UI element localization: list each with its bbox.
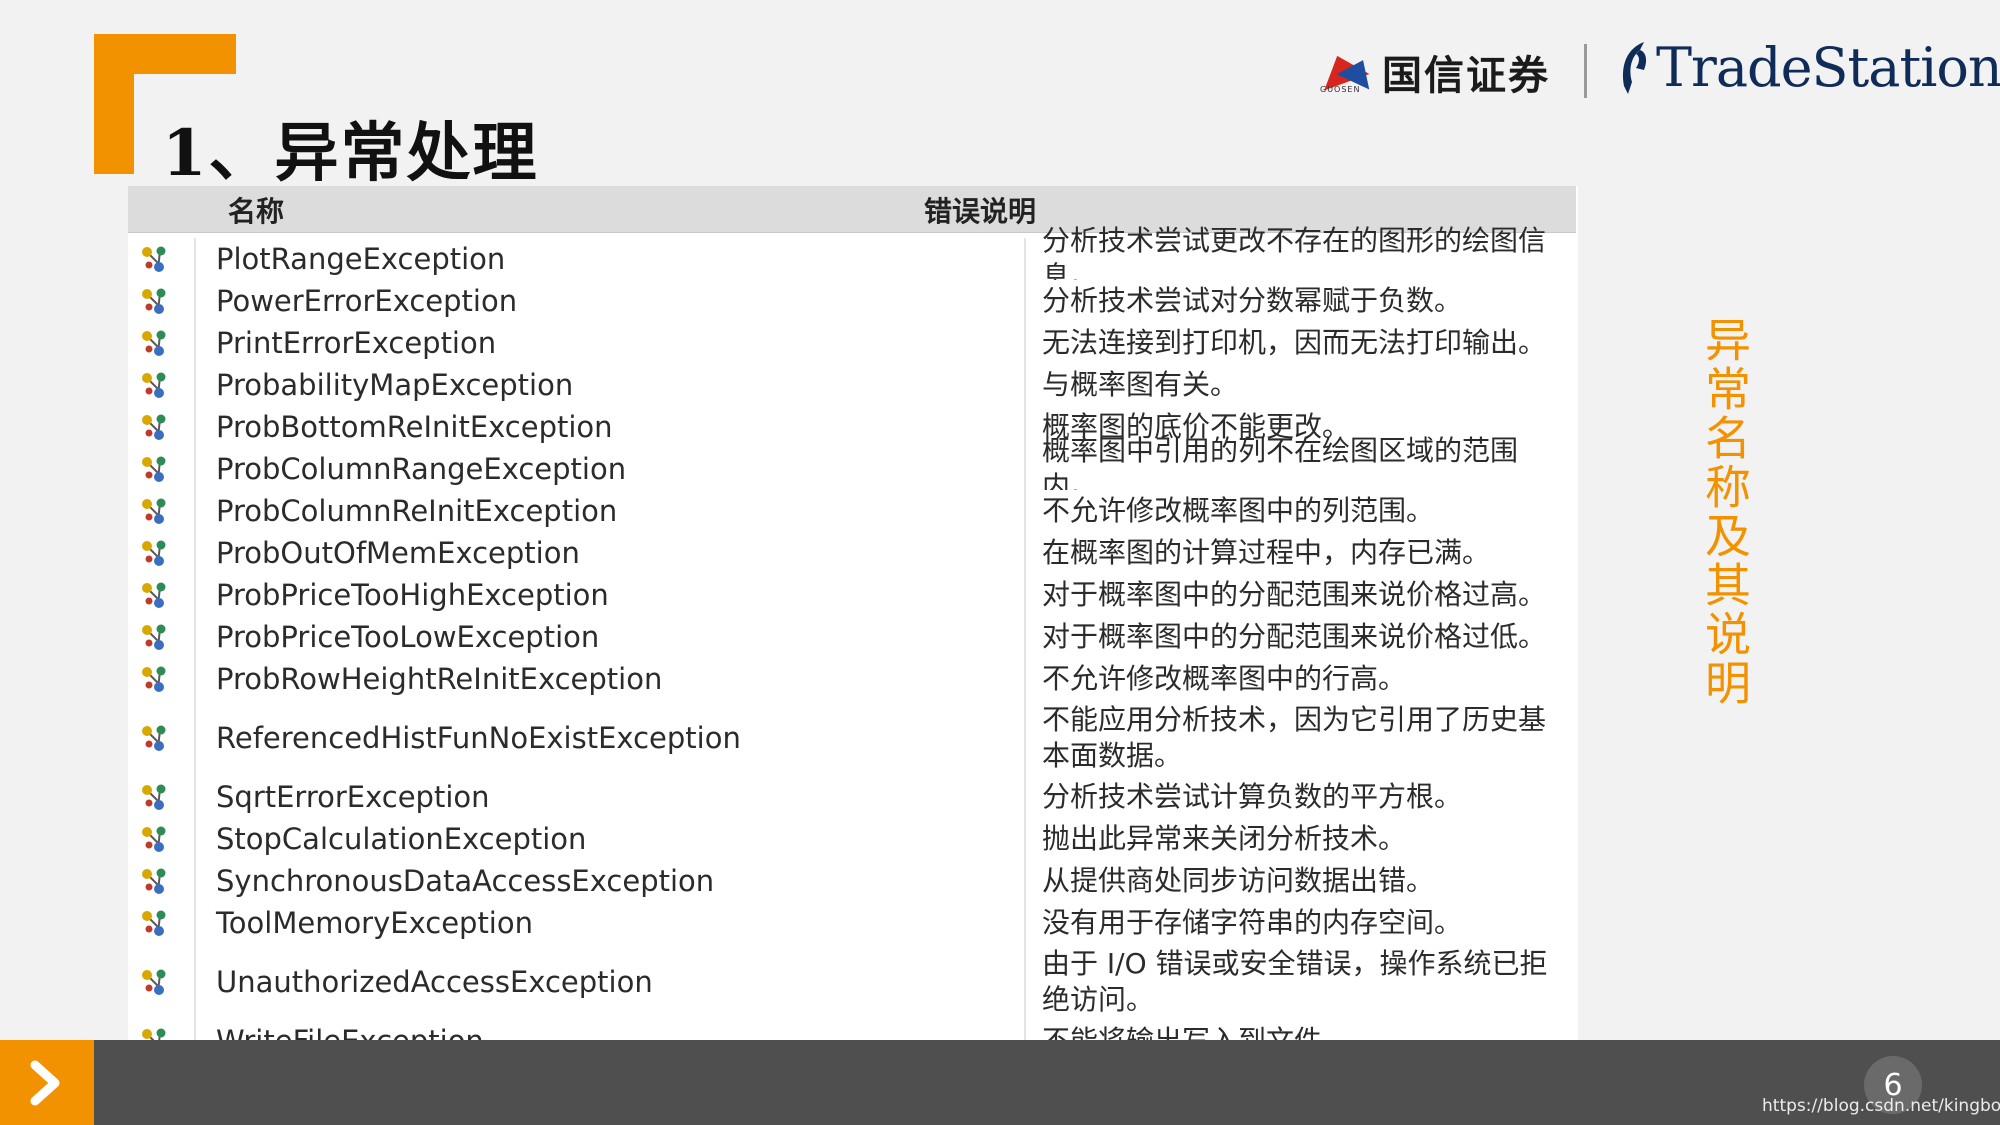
row-exception-name: PrintErrorException <box>194 322 1026 364</box>
tradestation-logo: TradeStation® <box>1614 36 2000 99</box>
slide-title: 1、异常处理 <box>162 116 539 191</box>
row-exception-name: ProbColumnReInitException <box>194 490 1026 532</box>
row-exception-name: ReferencedHistFunNoExistException <box>194 700 1026 776</box>
table-row: PowerErrorException 分析技术尝试对分数幂赋于负数。 <box>128 280 1578 324</box>
table-row: ReferencedHistFunNoExistException 不能应用分析技… <box>128 700 1578 778</box>
row-exception-desc: 与概率图有关。 <box>1042 368 1239 401</box>
row-exception-desc: 对于概率图中的分配范围来说价格过低。 <box>1042 620 1547 653</box>
table-row: PlotRangeException 分析技术尝试更改不存在的图形的绘图信息。 <box>128 224 1578 293</box>
exception-class-icon <box>142 330 166 356</box>
table-row: PrintErrorException 无法连接到打印机，因而无法打印输出。 <box>128 322 1578 366</box>
exception-class-icon <box>142 414 166 440</box>
exception-class-icon <box>142 498 166 524</box>
row-exception-name: ProbOutOfMemException <box>194 532 1026 574</box>
side-note: 异常名称及其说明 <box>1698 316 1752 708</box>
row-icon-cell <box>128 776 196 818</box>
exception-class-icon <box>142 826 166 852</box>
exception-class-icon <box>142 969 166 995</box>
row-exception-desc: 无法连接到打印机，因而无法打印输出。 <box>1042 326 1547 359</box>
row-icon-cell <box>128 944 196 1020</box>
row-icon-cell <box>128 322 196 364</box>
table-row: StopCalculationException 抛出此异常来关闭分析技术。 <box>128 818 1578 862</box>
row-exception-desc: 不允许修改概率图中的行高。 <box>1042 662 1407 695</box>
table-row: SqrtErrorException 分析技术尝试计算负数的平方根。 <box>128 776 1578 820</box>
table-row: ProbPriceTooLowException 对于概率图中的分配范围来说价格过… <box>128 616 1578 660</box>
row-exception-desc: 分析技术尝试计算负数的平方根。 <box>1042 780 1463 813</box>
table-row: ToolMemoryException 没有用于存储字符串的内存空间。 <box>128 902 1578 946</box>
tradestation-logo-icon <box>1622 41 1647 94</box>
exception-class-icon <box>142 868 166 894</box>
column-header-desc: 错误说明 <box>924 195 1037 228</box>
row-icon-cell <box>128 700 196 776</box>
chevron-right-icon <box>30 1060 60 1105</box>
table-row: SynchronousDataAccessException 从提供商处同步访问数… <box>128 860 1578 904</box>
exception-table: 名称 错误说明 PlotRangeException 分析技术尝试更改不存在的图形… <box>128 186 1578 1106</box>
exception-class-icon <box>142 910 166 936</box>
watermark: https://blog.csdn.net/kingboy100 <box>1762 1096 2000 1116</box>
table-row: UnauthorizedAccessException 由于 I/O 错误或安全错… <box>128 944 1578 1022</box>
row-exception-name: ProbColumnRangeException <box>194 448 1026 490</box>
row-exception-desc: 概率图中引用的列不在绘图区域的范围内。 <box>1042 434 1519 503</box>
row-exception-name: ProbRowHeightReInitException <box>194 658 1026 700</box>
row-exception-name: UnauthorizedAccessException <box>194 944 1026 1020</box>
logo-divider <box>1584 44 1587 98</box>
row-icon-cell <box>128 616 196 658</box>
row-exception-desc: 分析技术尝试更改不存在的图形的绘图信息。 <box>1042 224 1547 293</box>
row-exception-desc: 由于 I/O 错误或安全错误，操作系统已拒绝访问。 <box>1042 947 1548 1016</box>
row-exception-desc: 分析技术尝试对分数幂赋于负数。 <box>1042 284 1463 317</box>
row-icon-cell <box>128 280 196 322</box>
row-exception-name: ProbPriceTooHighException <box>194 574 1026 616</box>
row-exception-desc: 从提供商处同步访问数据出错。 <box>1042 864 1435 897</box>
exception-class-icon <box>142 784 166 810</box>
row-icon-cell <box>128 406 196 448</box>
row-icon-cell <box>128 574 196 616</box>
row-exception-name: ProbabilityMapException <box>194 364 1026 406</box>
row-icon-cell <box>128 448 196 490</box>
row-exception-desc: 不允许修改概率图中的列范围。 <box>1042 494 1435 527</box>
row-exception-desc: 对于概率图中的分配范围来说价格过高。 <box>1042 578 1547 611</box>
table-row: ProbabilityMapException 与概率图有关。 <box>128 364 1578 408</box>
exception-class-icon <box>142 725 166 751</box>
row-icon-cell <box>128 902 196 944</box>
row-exception-name: ToolMemoryException <box>194 902 1026 944</box>
tradestation-logo-text: TradeStation® <box>1656 36 2000 99</box>
footer-arrow <box>0 1040 94 1125</box>
row-icon-cell <box>128 818 196 860</box>
row-exception-name: ProbBottomReInitException <box>194 406 1026 448</box>
row-exception-desc: 不能应用分析技术，因为它引用了历史基本面数据。 <box>1042 703 1547 772</box>
row-icon-cell <box>128 490 196 532</box>
table-row: ProbColumnRangeException 概率图中引用的列不在绘图区域的范… <box>128 434 1578 503</box>
exception-class-icon <box>142 666 166 692</box>
row-exception-desc: 在概率图的计算过程中，内存已满。 <box>1042 536 1491 569</box>
exception-class-icon <box>142 540 166 566</box>
row-exception-desc: 抛出此异常来关闭分析技术。 <box>1042 822 1407 855</box>
exception-class-icon <box>142 624 166 650</box>
row-icon-cell <box>128 658 196 700</box>
row-exception-name: SqrtErrorException <box>194 776 1026 818</box>
row-icon-cell <box>128 532 196 574</box>
row-exception-name: StopCalculationException <box>194 818 1026 860</box>
exception-class-icon <box>142 372 166 398</box>
row-icon-cell <box>128 860 196 902</box>
table-row: ProbPriceTooHighException 对于概率图中的分配范围来说价格… <box>128 574 1578 618</box>
row-icon-cell <box>128 364 196 406</box>
row-exception-name: PowerErrorException <box>194 280 1026 322</box>
column-header-name: 名称 <box>228 195 285 228</box>
table-row: ProbOutOfMemException 在概率图的计算过程中，内存已满。 <box>128 532 1578 576</box>
exception-class-icon <box>142 582 166 608</box>
row-exception-name: PlotRangeException <box>194 238 1026 280</box>
table-row: ProbRowHeightReInitException 不允许修改概率图中的行高… <box>128 658 1578 702</box>
exception-class-icon <box>142 456 166 482</box>
table-row: ProbColumnReInitException 不允许修改概率图中的列范围。 <box>128 490 1578 534</box>
row-exception-name: SynchronousDataAccessException <box>194 860 1026 902</box>
exception-class-icon <box>142 288 166 314</box>
footer-bar <box>0 1040 2000 1125</box>
row-exception-desc: 没有用于存储字符串的内存空间。 <box>1042 906 1463 939</box>
guosen-logo-icon: GUOSEN <box>1314 47 1380 95</box>
guosen-logo-text: 国信证券 <box>1382 52 1550 99</box>
row-icon-cell <box>128 238 196 280</box>
guosen-logo: GUOSEN 国信证券 <box>1314 44 1550 100</box>
row-exception-name: ProbPriceTooLowException <box>194 616 1026 658</box>
exception-class-icon <box>142 246 166 272</box>
